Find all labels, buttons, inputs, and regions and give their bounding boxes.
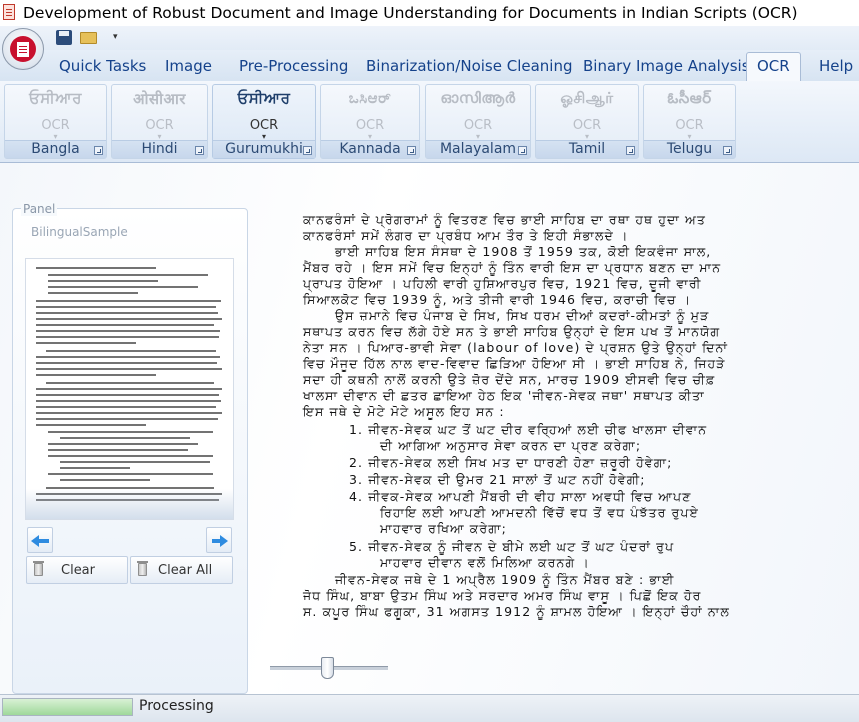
document-line: ਖਾਲਸਾ ਦੀਵਾਨ ਦੀ ਛਤਰ ਛਾਇਆ ਹੇਠ ਇਕ 'ਜੀਵਨ-ਸੇਵ… — [303, 388, 705, 403]
clear-button-label: Clear — [61, 563, 95, 578]
app-document-icon — [3, 4, 15, 20]
tamil-ocr-script-label: ஓசிஆர் — [560, 89, 614, 107]
malayalam-ocr-button[interactable]: OCR — [426, 118, 530, 133]
bangla-ocr-button[interactable]: OCR — [5, 118, 106, 133]
hindi-ocr-button[interactable]: OCR — [112, 118, 207, 133]
save-icon[interactable] — [56, 30, 72, 45]
tab-image[interactable]: Image — [165, 56, 212, 80]
document-line: ਕਾਨਫਰੰਸਾਂ ਦੇ ਪ੍ਰੋਗਰਾਮਾਂ ਨੂੰ ਵਿਤਰਣ ਵਿਚ ਭਾ… — [303, 212, 706, 227]
group-launcher-icon[interactable] — [407, 146, 416, 155]
document-line: 1. ਜੀਵਨ-ਸੇਵਕ ਘਟ ਤੋਂ ਘਟ ਦੀਰ ਵਰ੍ਹਿਆਂ ਲਈ ਚੀ… — [349, 422, 708, 437]
group-launcher-icon[interactable] — [94, 146, 103, 155]
previous-page-button[interactable] — [27, 527, 53, 553]
document-line: ਪ੍ਰਾਪਤ ਹੋਇਆ । ਪਹਿਲੀ ਵਾਰੀ ਹੁਸ਼ਿਆਰਪੁਰ ਵਿਚ,… — [303, 276, 702, 291]
ribbon-group-hindi: ओसीआर OCR ▾ Hindi — [111, 84, 208, 159]
group-launcher-icon[interactable] — [195, 146, 204, 155]
document-line: 2. ਜੀਵਨ-ਸੇਵਕ ਲਈ ਸਿਖ ਮਤ ਦਾ ਧਾਰਣੀ ਹੋਣਾ ਜ਼ਰ… — [349, 455, 673, 470]
group-launcher-icon[interactable] — [518, 146, 527, 155]
document-line: ਦੀ ਆਗਿਆ ਅਨੁਸਾਰ ਸੇਵਾ ਕਰਨ ਦਾ ਪ੍ਰਣ ਕਰੇਗਾ; — [380, 438, 642, 453]
tab-ocr[interactable]: OCR — [746, 52, 801, 81]
document-line: ਵਿਚ ਮੌਜੂਦ ਹਿੱਲ ਨਾਲ ਵਾਦ-ਵਿਵਾਦ ਛਿੜਿਆ ਹੋਇਆ … — [303, 356, 726, 371]
ribbon-group-tamil: ஓசிஆர் OCR ▾ Tamil — [535, 84, 639, 159]
bangla-ocr-script-label: ਓਸੀਆਰ — [29, 89, 82, 107]
document-viewer[interactable]: ਕਾਨਫਰੰਸਾਂ ਦੇ ਪ੍ਰੋਗਰਾਮਾਂ ਨੂੰ ਵਿਤਰਣ ਵਿਚ ਭਾ… — [262, 200, 859, 690]
ribbon-group-gurumukhi: ਓਸੀਆਰ OCR ▾ Gurumukhi — [212, 84, 316, 159]
document-line: ਮਾਹਵਾਰ ਰਖਿਆ ਕਰੇਗਾ; — [380, 521, 507, 536]
document-line: ਜੀਵਨ-ਸੇਵਕ ਜਥੇ ਦੇ 1 ਅਪ੍ਰੈਲ 1909 ਨੂੰ ਤਿੰਨ … — [335, 572, 675, 587]
clear-all-button[interactable]: Clear All — [130, 556, 233, 584]
document-line: 5. ਜੀਵਨ-ਸੇਵਕ ਨੂੰ ਜੀਵਨ ਦੇ ਬੀਮੇ ਲਈ ਘਟ ਤੋਂ … — [349, 539, 675, 554]
tab-binarization[interactable]: Binarization/Noise Cleaning — [366, 56, 572, 80]
quick-access-toolbar — [0, 26, 859, 50]
open-folder-icon[interactable] — [80, 32, 97, 44]
document-line: ਸਦਾ ਹੀ ਕਥਨੀ ਨਾਲੋਂ ਕਰਨੀ ਉਤੇ ਜ਼ੋਰ ਦੇਂਦੇ ਸਨ… — [303, 372, 716, 387]
ribbon-group-telugu: ఓసీఆర్ OCR ▾ Telugu — [643, 84, 736, 159]
telugu-ocr-script-label: ఓసీఆర్ — [667, 89, 712, 107]
ribbon-group-bangla: ਓਸੀਆਰ OCR ▾ Bangla — [4, 84, 107, 159]
group-label-malayalam: Malayalam — [426, 140, 530, 158]
hindi-ocr-script-label: ओसीआर — [133, 90, 186, 108]
document-line: ਮੈਂਬਰ ਰਹੇ । ਇਸ ਸਮੇਂ ਵਿਚ ਇਨ੍ਹਾਂ ਨੂੰ ਤਿੰਨ … — [303, 260, 722, 275]
tab-quick-tasks[interactable]: Quick Tasks — [59, 56, 146, 80]
tab-binary-image-analysis[interactable]: Binary Image Analysis — [583, 56, 750, 80]
gurumukhi-ocr-button[interactable]: OCR — [213, 118, 315, 133]
document-line: ਮਾਹਵਾਰ ਦੀਵਾਨ ਵਲੋਂ ਮਿਲਿਆ ਕਰਨਗੇ । — [380, 555, 590, 570]
progress-bar — [2, 698, 133, 716]
gurumukhi-ocr-script-label: ਓਸੀਆਰ — [237, 89, 291, 107]
document-line: ਕਾਨਫਰੰਸਾਂ ਸਮੇਂ ਲੰਗਰ ਦਾ ਪ੍ਰਬੰਧ ਆਮ ਤੌਰ ਤੇ … — [303, 228, 629, 243]
document-line: ਸਿਆਲਕੋਟ ਵਿਚ 1939 ਨੂੰ, ਅਤੇ ਤੀਜੀ ਵਾਰੀ 1946… — [303, 292, 692, 307]
group-launcher-icon[interactable] — [626, 146, 635, 155]
tamil-ocr-button[interactable]: OCR — [536, 118, 638, 133]
panel-document-name: BilingualSample — [31, 225, 128, 239]
ribbon-group-malayalam: ഓസിആർ OCR ▾ Malayalam — [425, 84, 531, 159]
progress-bar-fill — [3, 699, 132, 715]
group-label-gurumukhi: Gurumukhi — [213, 140, 315, 158]
document-line: ਜੋਧ ਸਿੰਘ, ਬਾਬਾ ਉਤਮ ਸਿੰਘ ਅਤੇ ਸਰਦਾਰ ਅਮਰ ਸਿ… — [303, 588, 702, 603]
document-line: ਰਿਹਾਇ ਲਈ ਆਪਣੀ ਆਮਦਨੀ ਵਿੱਚੋਂ ਵਧ ਤੋਂ ਵਧ ਪੰਝ… — [380, 505, 699, 520]
document-line: ਇਸ ਜਥੇ ਦੇ ਮੋਟੇ ਮੋਟੇ ਅਸੂਲ ਇਹ ਸਨ : — [303, 404, 505, 419]
group-launcher-icon[interactable] — [723, 146, 732, 155]
group-label-kannada: Kannada — [321, 140, 419, 158]
next-page-button[interactable] — [206, 527, 232, 553]
clear-button[interactable]: Clear — [26, 556, 128, 584]
document-line: ਉਸ ਜ਼ਮਾਨੇ ਵਿਚ ਪੰਜਾਬ ਦੇ ਸਿਖ, ਸਿਖ ਧਰਮ ਦੀਆਂ… — [335, 308, 710, 323]
tab-help[interactable]: Help — [819, 56, 853, 80]
panel-title: Panel — [21, 202, 58, 216]
group-label-bangla: Bangla — [5, 140, 106, 158]
malayalam-ocr-script-label: ഓസിആർ — [440, 89, 516, 107]
application-menu-button[interactable] — [2, 28, 44, 70]
kannada-ocr-script-label: ಒಸಿಆರ್ — [348, 89, 392, 107]
clear-all-button-label: Clear All — [158, 563, 213, 578]
document-line: ਭਾਈ ਸਾਹਿਬ ਇਸ ਸੰਸਥਾ ਦੇ 1908 ਤੋਂ 1959 ਤਕ, … — [335, 244, 712, 259]
ribbon-group-kannada: ಒಸಿಆರ್ OCR ▾ Kannada — [320, 84, 420, 159]
customize-toolbar-dropdown-icon[interactable]: ▾ — [113, 32, 118, 42]
page-thumbnail[interactable] — [25, 258, 234, 520]
telugu-ocr-button[interactable]: OCR — [644, 118, 735, 133]
group-label-tamil: Tamil — [536, 140, 638, 158]
document-line: ਸ. ਕਪੂਰ ਸਿੰਘ ਫਗੂਕਾ, 31 ਅਗਸਤ 1912 ਨੂੰ ਸ਼ਾ… — [303, 604, 730, 619]
document-line: 4. ਜੀਵਕ-ਸੇਵਕ ਆਪਣੀ ਮੈਂਬਰੀ ਦੀ ਵੀਹ ਸਾਲਾ ਅਵਧ… — [349, 489, 692, 504]
group-label-telugu: Telugu — [644, 140, 735, 158]
trash-icon — [33, 561, 44, 576]
app-logo-icon — [10, 36, 36, 62]
group-label-hindi: Hindi — [112, 140, 207, 158]
zoom-slider-thumb[interactable] — [321, 657, 335, 679]
kannada-ocr-button[interactable]: OCR — [321, 118, 419, 133]
status-text: Processing — [139, 698, 214, 714]
document-line: ਸਥਾਪਤ ਕਰਨ ਵਿਚ ਲੱਗੇ ਹੋਏ ਸਨ ਤੇ ਭਾਈ ਸਾਹਿਬ ਉ… — [303, 324, 721, 339]
window-title: Development of Robust Document and Image… — [23, 4, 798, 22]
document-line: ਨੇਤਾ ਸਨ । ਪਿਆਰ-ਭਾਵੀ ਸੇਵਾ (labour of love… — [303, 340, 728, 355]
document-line: 3. ਜੀਵਨ-ਸੇਵਕ ਦੀ ਉਮਰ 21 ਸਾਲਾਂ ਤੋਂ ਘਟ ਨਹੀਂ… — [349, 472, 646, 487]
tab-pre-processing[interactable]: Pre-Processing — [239, 56, 348, 80]
group-launcher-icon[interactable] — [303, 146, 312, 155]
trash-icon — [137, 561, 148, 576]
title-bar: Development of Robust Document and Image… — [0, 0, 859, 27]
